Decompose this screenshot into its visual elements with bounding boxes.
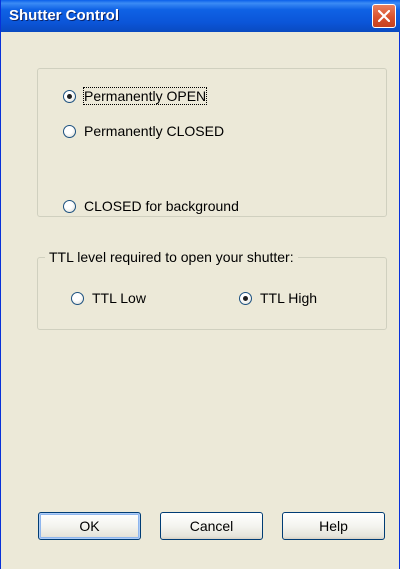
shutter-control-dialog: Shutter Control Permanently OPEN Permane… [0, 0, 400, 569]
cancel-button[interactable]: Cancel [160, 512, 263, 540]
radio-closed-for-background[interactable]: CLOSED for background [63, 198, 239, 214]
radio-label-ttl-high: TTL High [260, 290, 318, 306]
ttl-group-legend: TTL level required to open your shutter: [45, 248, 298, 266]
help-button[interactable]: Help [282, 512, 385, 540]
ok-button[interactable]: OK [38, 512, 141, 540]
title-bar[interactable]: Shutter Control [1, 0, 400, 32]
radio-label-ttl-low: TTL Low [92, 290, 146, 306]
close-icon [378, 10, 390, 22]
radio-button-checked[interactable] [239, 291, 252, 305]
radio-ttl-low[interactable]: TTL Low [71, 290, 146, 306]
radio-label-permanently-open: Permanently OPEN [82, 87, 208, 105]
radio-button[interactable] [71, 291, 84, 305]
close-button[interactable] [372, 4, 396, 28]
radio-permanently-open[interactable]: Permanently OPEN [63, 87, 208, 105]
radio-button[interactable] [63, 124, 76, 138]
radio-ttl-high[interactable]: TTL High [239, 290, 317, 306]
radio-permanently-closed[interactable]: Permanently CLOSED [63, 123, 224, 139]
window-title: Shutter Control [9, 7, 119, 24]
radio-button-checked[interactable] [63, 89, 76, 103]
radio-label-permanently-closed: Permanently CLOSED [84, 123, 225, 139]
radio-label-closed-for-background: CLOSED for background [84, 198, 239, 214]
radio-button[interactable] [63, 199, 76, 213]
